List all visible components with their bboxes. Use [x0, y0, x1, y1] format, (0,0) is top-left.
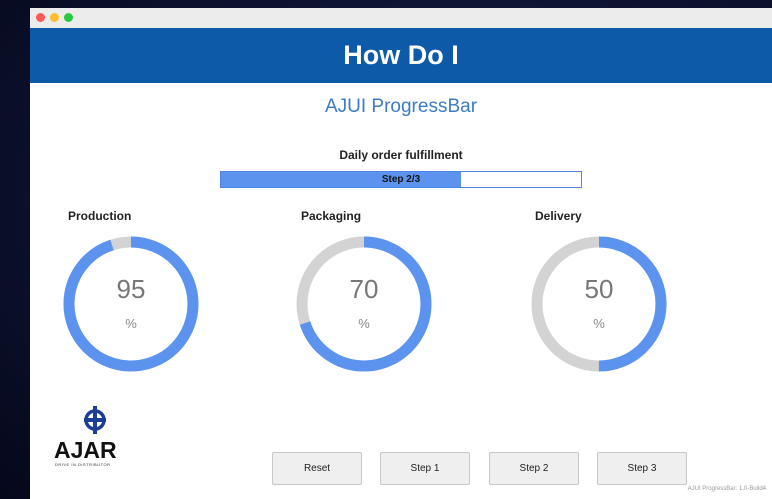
- app-window: How Do I AJUI ProgressBar Daily order fu…: [30, 8, 772, 499]
- minimize-window-button[interactable]: [50, 13, 59, 22]
- gauge-unit: %: [125, 316, 137, 331]
- gauge-packaging: 70 %: [292, 232, 436, 376]
- title-bar: [30, 8, 772, 29]
- zoom-window-button[interactable]: [64, 13, 73, 22]
- gauge-label-packaging: Packaging: [301, 209, 362, 223]
- gauge-label-delivery: Delivery: [535, 209, 582, 223]
- page-banner: How Do I: [30, 28, 772, 83]
- gauge-label-production: Production: [68, 209, 132, 223]
- gauge-value: 95: [116, 274, 146, 304]
- step2-button[interactable]: Step 2: [489, 452, 579, 485]
- gauge-unit: %: [593, 316, 605, 331]
- progress-bar: Step 2/3: [220, 171, 582, 188]
- close-window-button[interactable]: [36, 13, 45, 22]
- version-label: AJUI ProgressBar: 1.0-Build4: [687, 486, 766, 492]
- ajar-logo: AJAR DRIVE IN DISTRIBUTOR: [54, 406, 144, 467]
- logo-tagline: DRIVE IN DISTRIBUTOR: [55, 462, 111, 467]
- ajar-logo-icon: [84, 406, 106, 434]
- step1-button[interactable]: Step 1: [380, 452, 470, 485]
- gauge-unit: %: [358, 316, 370, 331]
- gauge-delivery: 50 %: [527, 232, 671, 376]
- progress-text: Step 2/3: [381, 174, 421, 185]
- step3-button[interactable]: Step 3: [597, 452, 687, 485]
- logo-text: AJAR: [54, 437, 117, 463]
- reset-button[interactable]: Reset: [272, 452, 362, 485]
- gauge-value: 70: [349, 274, 379, 304]
- progress-title: Daily order fulfillment: [339, 148, 463, 162]
- page-subtitle: AJUI ProgressBar: [324, 96, 478, 117]
- gauge-value: 50: [584, 274, 614, 304]
- gauge-production: 95 %: [59, 232, 203, 376]
